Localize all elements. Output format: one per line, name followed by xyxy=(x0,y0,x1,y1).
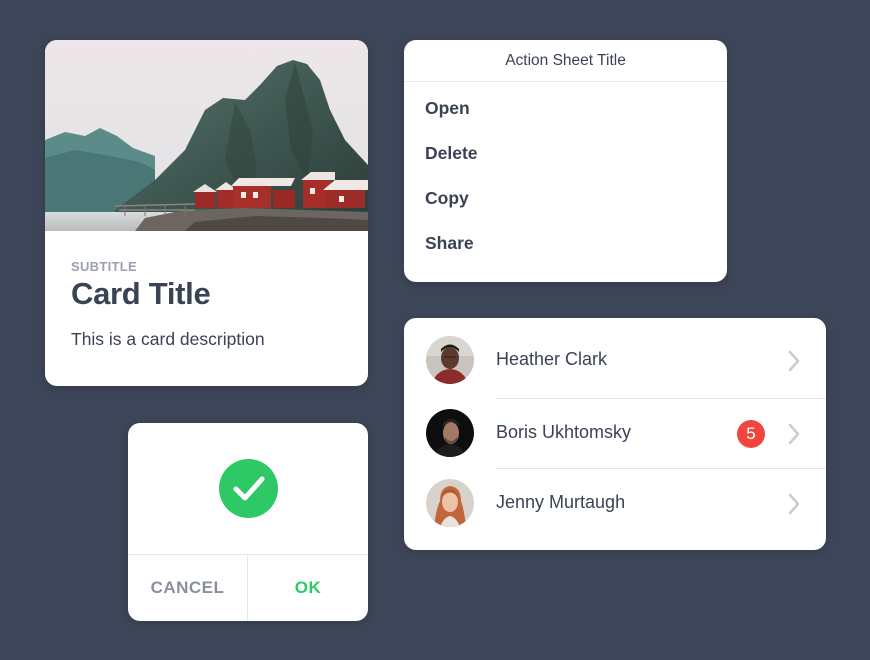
contact-row-heather-clark[interactable]: Heather Clark xyxy=(404,325,826,395)
action-open[interactable]: Open xyxy=(425,98,470,119)
info-card: SUBTITLE Card Title This is a card descr… xyxy=(45,40,368,386)
contact-name: Boris Ukhtomsky xyxy=(496,422,632,442)
action-sheet: Action Sheet Title Open Delete Copy Shar… xyxy=(404,40,727,282)
card-subtitle: SUBTITLE xyxy=(71,259,137,274)
avatar xyxy=(426,336,474,384)
chevron-right-icon xyxy=(788,350,800,372)
action-copy[interactable]: Copy xyxy=(425,188,469,209)
success-dialog: CANCEL OK xyxy=(128,423,368,621)
avatar xyxy=(426,409,474,457)
notification-badge: 5 xyxy=(737,420,765,448)
card-image xyxy=(45,40,368,231)
contact-list: Heather Clark Boris Ukhtomsky 5 Jenny Mu… xyxy=(404,318,826,550)
card-description: This is a card description xyxy=(71,329,265,349)
action-sheet-title: Action Sheet Title xyxy=(404,40,727,82)
contact-row-boris-ukhtomsky[interactable]: Boris Ukhtomsky 5 xyxy=(404,398,826,468)
cancel-button[interactable]: CANCEL xyxy=(128,555,248,621)
check-circle-icon xyxy=(219,459,278,518)
contact-name: Jenny Murtaugh xyxy=(496,492,626,512)
chevron-right-icon xyxy=(788,423,800,445)
dialog-actions: CANCEL OK xyxy=(128,554,368,621)
card-title: Card Title xyxy=(71,276,211,311)
action-share[interactable]: Share xyxy=(425,233,474,254)
contact-name: Heather Clark xyxy=(496,349,608,369)
contact-row-jenny-murtaugh[interactable]: Jenny Murtaugh xyxy=(404,468,826,538)
action-delete[interactable]: Delete xyxy=(425,143,478,164)
avatar xyxy=(426,479,474,527)
ok-button[interactable]: OK xyxy=(248,555,368,621)
chevron-right-icon xyxy=(788,493,800,515)
